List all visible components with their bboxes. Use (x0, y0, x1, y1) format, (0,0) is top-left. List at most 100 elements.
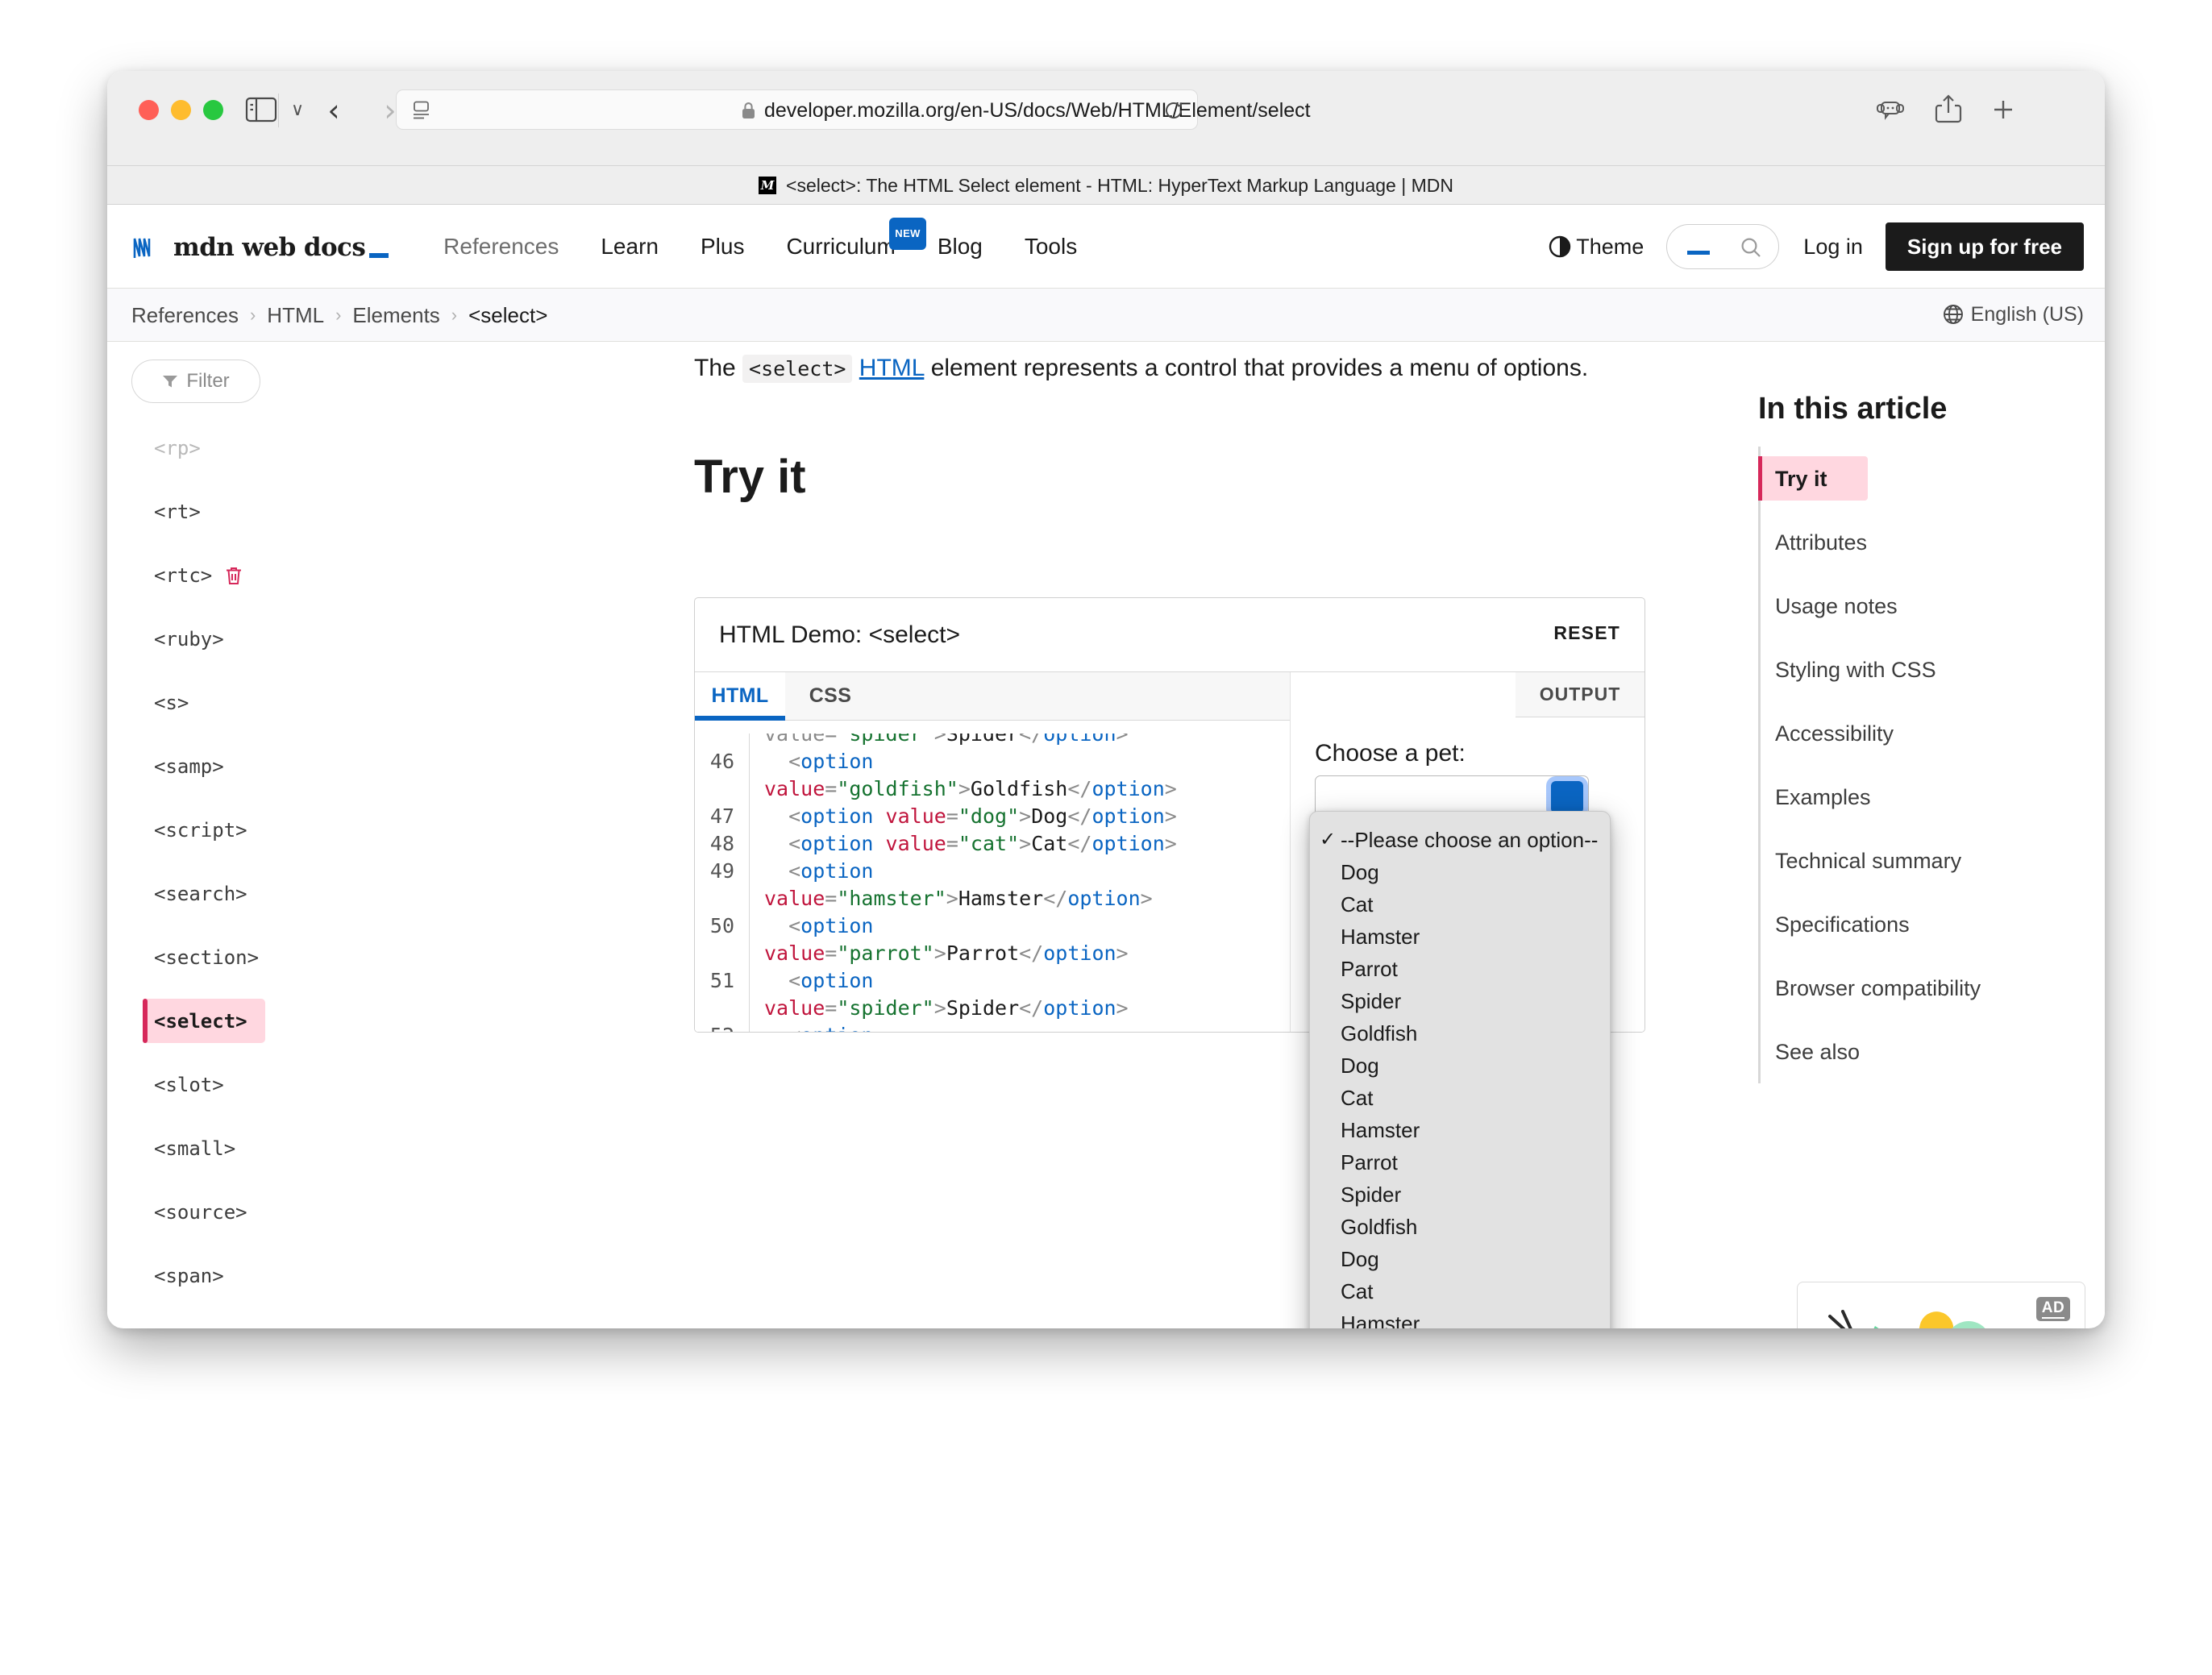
language-selector[interactable]: English (US) (1943, 303, 2084, 326)
dropdown-option[interactable]: Goldfish (1310, 1211, 1610, 1243)
dropdown-option[interactable]: Hamster (1310, 1114, 1610, 1146)
sidebar-item-rtc[interactable]: <rtc> (107, 543, 462, 607)
contrast-icon (1549, 235, 1571, 258)
sidebar-item-label: <script> (154, 818, 247, 842)
nav-item-plus[interactable]: Plus (701, 234, 744, 260)
reload-icon[interactable] (1163, 100, 1184, 121)
reset-button[interactable]: RESET (1553, 622, 1620, 644)
sidebar-item-s[interactable]: <s> (107, 671, 462, 734)
sidebar-item-slot[interactable]: <slot> (107, 1053, 462, 1116)
tab-css[interactable]: CSS (785, 672, 875, 720)
dropdown-option[interactable]: Dog (1310, 856, 1610, 888)
active-tab-title[interactable]: <select>: The HTML Select element - HTML… (786, 175, 1453, 196)
dropdown-option[interactable]: Parrot (1310, 953, 1610, 985)
code-token-punc: < (764, 859, 801, 883)
sidebar-item-section[interactable]: <section> (107, 925, 462, 989)
dropdown-option[interactable]: Cat (1310, 888, 1610, 921)
code-token-txt: Goldfish (970, 777, 1068, 800)
dropdown-option[interactable]: Goldfish (1310, 1017, 1610, 1049)
code-token-txt: Parrot (946, 941, 1020, 965)
code-token-punc (873, 832, 885, 855)
sidebar-item-rp[interactable]: <rp> (107, 416, 462, 480)
dropdown-option[interactable]: ✓ --Please choose an option-- (1310, 824, 1610, 856)
toc-item-browser-compatibility[interactable]: Browser compatibility (1758, 956, 2105, 1020)
nav-item-tools[interactable]: Tools (1025, 234, 1077, 260)
back-button[interactable]: ‹ (317, 95, 351, 127)
tab-overview-icon[interactable] (1874, 92, 1910, 127)
dropdown-option[interactable]: Dog (1310, 1049, 1610, 1082)
window-maximize-button[interactable] (203, 100, 223, 120)
mdn-logo-mark-icon (131, 232, 165, 261)
theme-toggle-button[interactable]: Theme (1549, 235, 1644, 259)
toc-item-see-also[interactable]: See also (1758, 1020, 2105, 1083)
mdn-main-nav: References Learn Plus Curriculum NEW Blo… (443, 217, 1119, 260)
tab-html[interactable]: HTML (695, 672, 785, 721)
toc-item-attributes[interactable]: Attributes (1758, 510, 2105, 574)
toc-item-accessibility[interactable]: Accessibility (1758, 701, 2105, 765)
select-arrow-icon[interactable] (1551, 781, 1583, 813)
search-input[interactable] (1666, 224, 1780, 269)
chevron-down-icon[interactable]: ∨ (286, 100, 309, 119)
dropdown-option[interactable]: Hamster (1310, 1307, 1610, 1328)
window-minimize-button[interactable] (171, 100, 191, 120)
search-icon[interactable] (1740, 236, 1762, 259)
sidebar-item-source[interactable]: <source> (107, 1180, 462, 1244)
toc-item-styling-with-css[interactable]: Styling with CSS (1758, 638, 2105, 701)
toc-item-technical-summary[interactable]: Technical summary (1758, 829, 2105, 892)
window-close-button[interactable] (139, 100, 159, 120)
dropdown-option[interactable]: Cat (1310, 1275, 1610, 1307)
dropdown-option[interactable]: Spider (1310, 985, 1610, 1017)
signup-button[interactable]: Sign up for free (1885, 222, 2084, 271)
code-token-punc: > (958, 777, 971, 800)
nav-item-blog[interactable]: Blog (938, 234, 983, 260)
search-cursor (1687, 251, 1711, 255)
dropdown-option[interactable]: Hamster (1310, 921, 1610, 953)
dropdown-option[interactable]: Dog (1310, 1243, 1610, 1275)
sidebar-item-script[interactable]: <script> (107, 798, 462, 862)
tab-strip: M <select>: The HTML Select element - HT… (107, 166, 2105, 205)
code-line: 52 <option (695, 1022, 1290, 1032)
nav-item-references[interactable]: References (443, 234, 559, 260)
sidebar-item-rt[interactable]: <rt> (107, 480, 462, 543)
code-line: value="parrot">Parrot</option> (695, 940, 1290, 967)
sidebar-item-span[interactable]: <span> (107, 1244, 462, 1307)
breadcrumb-item-elements[interactable]: Elements (352, 303, 439, 327)
mdn-site-header: mdn web docs References Learn Plus Curri… (107, 205, 2105, 289)
sidebar-item-ruby[interactable]: <ruby> (107, 607, 462, 671)
header-right-group: Theme Log in Sign up for free (1549, 205, 2084, 289)
deprecated-trash-icon (225, 566, 243, 585)
dropdown-option[interactable]: Cat (1310, 1082, 1610, 1114)
nav-item-learn[interactable]: Learn (601, 234, 659, 260)
dropdown-option[interactable]: Spider (1310, 1178, 1610, 1211)
html-link[interactable]: HTML (859, 355, 925, 381)
sidebar-item-small[interactable]: <small> (107, 1116, 462, 1180)
mdn-logo[interactable]: mdn web docs (131, 232, 389, 261)
new-tab-icon[interactable] (1987, 92, 2019, 127)
code-token-punc: = (946, 804, 958, 828)
share-icon[interactable] (1932, 92, 1965, 127)
dropdown-option[interactable]: Parrot (1310, 1146, 1610, 1178)
globe-icon (1943, 304, 1964, 325)
pet-select-dropdown[interactable]: ✓ --Please choose an option-- Dog Cat Hamste… (1309, 811, 1611, 1328)
toc-item-specifications[interactable]: Specifications (1758, 892, 2105, 956)
reader-mode-icon[interactable] (411, 100, 432, 121)
nav-item-curriculum[interactable]: Curriculum NEW (786, 217, 926, 260)
breadcrumb-item-references[interactable]: References (131, 303, 239, 327)
toc-item-try-it[interactable]: Try it (1758, 447, 2105, 510)
filter-button[interactable]: Filter (131, 360, 260, 403)
ad-card[interactable]: AD (1797, 1282, 2085, 1328)
editor-tabs: HTML CSS (695, 672, 1290, 721)
sidebar-item-search[interactable]: <search> (107, 862, 462, 925)
code-editor[interactable]: value="spider">Spider</option> 46 <option… (695, 721, 1290, 1032)
sidebar-item-samp[interactable]: <samp> (107, 734, 462, 798)
code-token-punc: = (825, 887, 838, 910)
sidebar-item-select[interactable]: <select> (107, 989, 462, 1053)
tab-output[interactable]: OUTPUT (1516, 672, 1644, 717)
toc-item-examples[interactable]: Examples (1758, 765, 2105, 829)
toc-item-usage-notes[interactable]: Usage notes (1758, 574, 2105, 638)
breadcrumb-item-html[interactable]: HTML (267, 303, 324, 327)
address-bar[interactable]: developer.mozilla.org/en-US/docs/Web/HTM… (396, 89, 1311, 130)
sidebar-toggle-icon[interactable] (244, 95, 278, 124)
login-link[interactable]: Log in (1803, 235, 1863, 259)
code-line: value="spider">Spider</option> (695, 995, 1290, 1022)
